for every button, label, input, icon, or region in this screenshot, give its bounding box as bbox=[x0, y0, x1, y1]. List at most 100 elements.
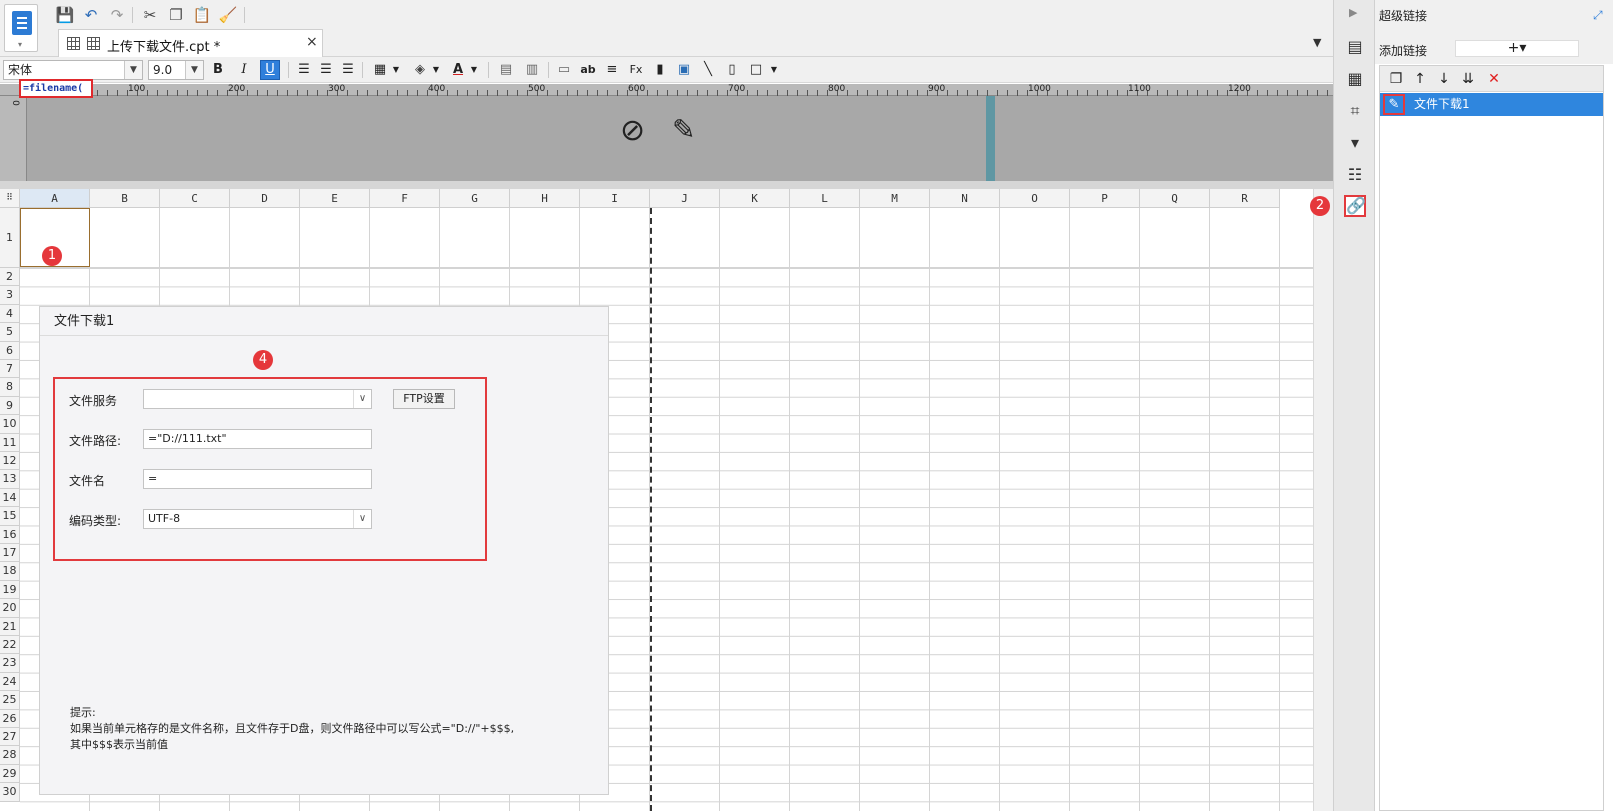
text-field-icon[interactable]: ▯ bbox=[722, 60, 742, 80]
sort-icon[interactable]: ⇊ bbox=[1458, 69, 1478, 89]
row-header[interactable]: 7 bbox=[0, 360, 20, 379]
condition-icon[interactable]: ☷ bbox=[1344, 164, 1366, 186]
page-boundary-marker[interactable] bbox=[986, 96, 995, 181]
crop-icon[interactable]: ⌗ bbox=[1344, 100, 1366, 122]
frame-icon[interactable]: □ bbox=[746, 60, 766, 80]
slash-icon[interactable]: ╲ bbox=[698, 60, 718, 80]
table-row[interactable] bbox=[20, 208, 1313, 268]
row-header[interactable]: 28 bbox=[0, 746, 20, 765]
text-wrap-icon[interactable]: ab bbox=[578, 60, 598, 80]
cell-a2-editor[interactable]: =filename( bbox=[19, 79, 93, 98]
row-header[interactable]: 8 bbox=[0, 378, 20, 397]
chevron-down-icon[interactable]: ▼ bbox=[386, 60, 406, 80]
row-header[interactable]: 6 bbox=[0, 341, 20, 360]
chevron-down-icon[interactable]: ▼ bbox=[426, 60, 446, 80]
row-header[interactable]: 11 bbox=[0, 433, 20, 452]
column-header[interactable]: D bbox=[230, 189, 300, 208]
brush-icon[interactable]: 🧹 bbox=[217, 5, 239, 25]
row-header[interactable]: 24 bbox=[0, 672, 20, 692]
dropdown-widget-icon[interactable]: ▾ bbox=[1344, 132, 1366, 154]
row-header[interactable]: 23 bbox=[0, 654, 20, 673]
chevron-right-icon[interactable]: ▶ bbox=[1349, 6, 1357, 19]
image-icon[interactable]: ▣ bbox=[674, 60, 694, 80]
column-header[interactable]: A bbox=[20, 189, 90, 208]
column-header[interactable]: H bbox=[510, 189, 580, 208]
eye-off-icon[interactable]: ⊘ bbox=[620, 113, 645, 148]
align-right-icon[interactable]: ☰ bbox=[338, 60, 358, 80]
close-icon[interactable]: × bbox=[306, 34, 318, 50]
cut-icon[interactable]: ✂ bbox=[139, 5, 161, 25]
font-family-select[interactable]: 宋体 ▼ bbox=[3, 60, 143, 80]
column-header[interactable]: P bbox=[1070, 189, 1140, 208]
vertical-scrollbar[interactable] bbox=[1313, 189, 1333, 811]
row-header[interactable]: 18 bbox=[0, 562, 20, 581]
row-header[interactable]: 4 bbox=[0, 304, 20, 324]
column-header[interactable]: G bbox=[440, 189, 510, 208]
row-header[interactable]: 14 bbox=[0, 488, 20, 508]
row-header[interactable]: 17 bbox=[0, 544, 20, 563]
row-header[interactable]: 9 bbox=[0, 396, 20, 416]
delete-icon[interactable]: ✕ bbox=[1484, 69, 1504, 89]
file-path-input[interactable]: ="D://111.txt" bbox=[143, 429, 372, 449]
column-header[interactable]: J bbox=[650, 189, 720, 208]
file-name-input[interactable]: = bbox=[143, 469, 372, 489]
tab-report-file[interactable]: 上传下载文件.cpt * × bbox=[58, 29, 323, 57]
widget-settings-icon[interactable]: ▦ bbox=[1344, 68, 1366, 90]
row-header[interactable]: 19 bbox=[0, 580, 20, 600]
chevron-down-icon[interactable]: ▼ bbox=[464, 60, 484, 80]
column-header[interactable]: C bbox=[160, 189, 230, 208]
row-header[interactable]: 27 bbox=[0, 728, 20, 747]
column-header[interactable]: R bbox=[1210, 189, 1280, 208]
app-menu-button[interactable]: ▾ bbox=[4, 4, 38, 52]
row-header[interactable]: 26 bbox=[0, 709, 20, 728]
undo-icon[interactable]: ↶ bbox=[80, 5, 102, 25]
bold-button[interactable]: B bbox=[208, 60, 228, 80]
select-all-corner[interactable]: ⠿ bbox=[0, 189, 20, 208]
collapse-icon[interactable]: ⤢ bbox=[1593, 8, 1603, 23]
row-header[interactable]: 5 bbox=[0, 323, 20, 342]
add-link-button[interactable]: +▾ bbox=[1455, 40, 1579, 57]
column-header[interactable]: I bbox=[580, 189, 650, 208]
paragraph-icon[interactable]: ≡ bbox=[602, 60, 622, 80]
ftp-settings-button[interactable]: FTP设置 bbox=[393, 389, 455, 409]
row-header[interactable]: 22 bbox=[0, 636, 20, 655]
align-left-icon[interactable]: ☰ bbox=[294, 60, 314, 80]
column-header[interactable]: F bbox=[370, 189, 440, 208]
paste-icon[interactable]: 📋 bbox=[191, 5, 213, 25]
chart-icon[interactable]: ▮ bbox=[650, 60, 670, 80]
column-header[interactable]: O bbox=[1000, 189, 1070, 208]
row-header[interactable]: 3 bbox=[0, 286, 20, 305]
cell-attributes-icon[interactable]: ▤ bbox=[1344, 36, 1366, 58]
list-item[interactable]: ✎ 文件下载1 bbox=[1380, 93, 1603, 116]
merge-cells-icon[interactable]: ▤ bbox=[496, 60, 516, 80]
column-header[interactable]: L bbox=[790, 189, 860, 208]
pencil-icon[interactable]: ✎ bbox=[672, 113, 695, 146]
column-header[interactable]: Q bbox=[1140, 189, 1210, 208]
row-header[interactable]: 2 bbox=[0, 268, 20, 287]
row-header[interactable]: 30 bbox=[0, 783, 20, 802]
row-header[interactable]: 15 bbox=[0, 507, 20, 526]
copy-icon[interactable]: ❐ bbox=[1386, 69, 1406, 89]
column-header[interactable]: N bbox=[930, 189, 1000, 208]
chevron-down-icon[interactable]: ▼ bbox=[764, 60, 784, 80]
row-header[interactable]: 10 bbox=[0, 415, 20, 434]
insert-row-icon[interactable]: ▭ bbox=[554, 60, 574, 80]
move-down-icon[interactable]: ↓ bbox=[1434, 69, 1454, 89]
underline-button[interactable]: U bbox=[260, 60, 280, 80]
split-cells-icon[interactable]: ▥ bbox=[522, 60, 542, 80]
row-header[interactable]: 29 bbox=[0, 764, 20, 784]
formula-icon[interactable]: Fx bbox=[626, 60, 646, 80]
row-header[interactable]: 13 bbox=[0, 470, 20, 489]
copy-icon[interactable]: ❐ bbox=[165, 5, 187, 25]
row-header[interactable]: 12 bbox=[0, 452, 20, 471]
hyperlink-icon[interactable]: 🔗 bbox=[1344, 195, 1366, 217]
tab-menu-icon[interactable]: ▼ bbox=[1313, 36, 1321, 49]
column-header[interactable]: K bbox=[720, 189, 790, 208]
row-header[interactable]: 20 bbox=[0, 599, 20, 618]
row-header[interactable]: 21 bbox=[0, 617, 20, 636]
italic-button[interactable]: I bbox=[234, 60, 254, 80]
redo-icon[interactable]: ↷ bbox=[106, 5, 128, 25]
row-header[interactable]: 16 bbox=[0, 525, 20, 544]
column-header[interactable]: E bbox=[300, 189, 370, 208]
font-size-select[interactable]: 9.0 ▼ bbox=[148, 60, 204, 80]
